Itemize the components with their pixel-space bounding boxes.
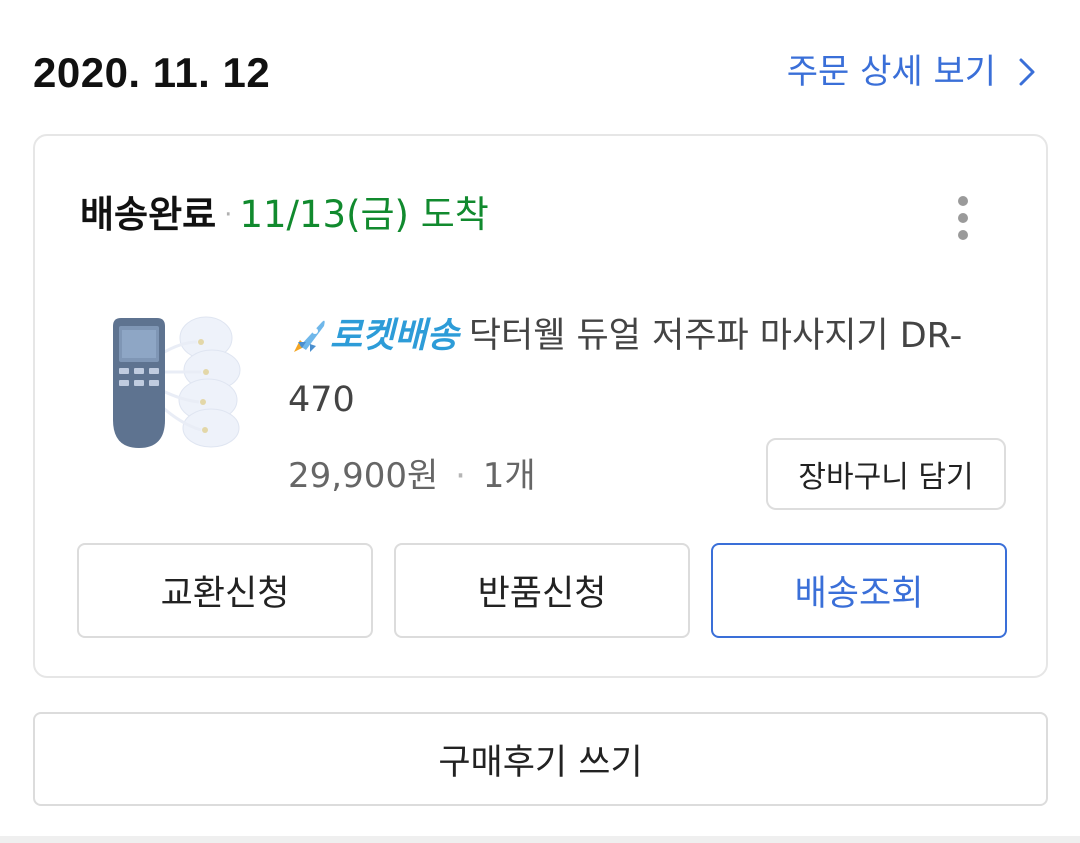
price-row: 29,900원 · 1개 [288,452,536,500]
add-to-cart-button[interactable]: 장바구니 담기 [766,438,1006,510]
order-date: 2020. 11. 12 [33,49,271,96]
chevron-right-icon [1019,58,1035,86]
status-separator: · [224,200,233,230]
order-action-buttons: 교환신청 반품신청 배송조회 [77,543,1007,638]
shipment-status-row: 배송완료 · 11/13(금) 도착 [80,190,489,240]
order-detail-link-label: 주문 상세 보기 [786,52,996,92]
order-header: 2020. 11. 12 주문 상세 보기 [0,0,1080,135]
rocket-delivery-label: 로켓배송 [330,316,459,356]
product-quantity: 1개 [482,456,536,496]
arrival-date: 11/13(금) 도착 [239,193,489,236]
rocket-icon [294,320,325,352]
shipment-status: 배송완료 [80,193,217,236]
order-detail-link[interactable]: 주문 상세 보기 [787,50,1036,94]
price-separator: · [455,456,466,496]
exchange-request-button[interactable]: 교환신청 [77,543,373,638]
delivery-tracking-button[interactable]: 배송조회 [711,543,1007,638]
write-review-button[interactable]: 구매후기 쓰기 [33,712,1048,806]
rocket-delivery-badge: 로켓배송 [288,304,459,368]
order-card: 배송완료 · 11/13(금) 도착 로켓배송 닥터웰 듀얼 저주파 마사지기 … [33,134,1048,678]
massager-product-image[interactable] [101,302,251,452]
return-request-button[interactable]: 반품신청 [394,543,690,638]
section-divider [0,836,1080,843]
product-title[interactable]: 로켓배송 닥터웰 듀얼 저주파 마사지기 DR-470 [288,304,1008,432]
product-price: 29,900원 [288,456,439,496]
more-vertical-icon[interactable] [948,196,978,240]
